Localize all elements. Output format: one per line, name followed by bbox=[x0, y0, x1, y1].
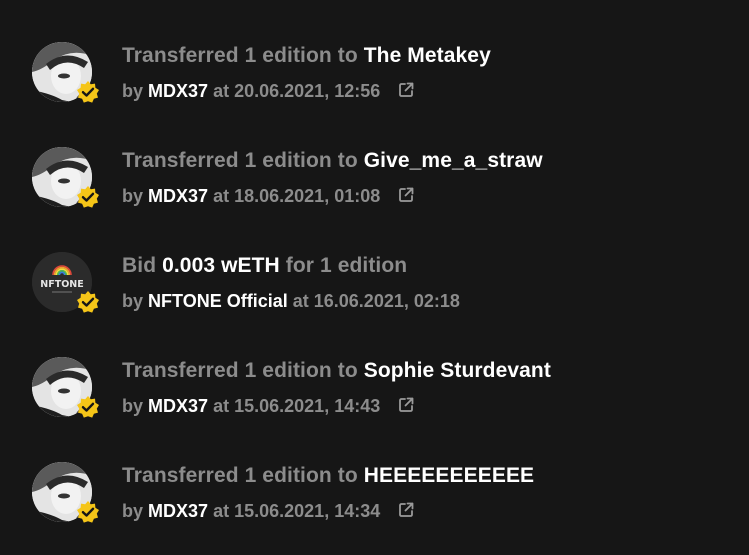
timestamp: 15.06.2021, 14:34 bbox=[234, 501, 381, 521]
actor-link[interactable]: MDX37 bbox=[148, 501, 208, 521]
activity-item: Transferred 1 edition to HEEEEEEEEEEE by… bbox=[32, 462, 732, 526]
timestamp: 15.06.2021, 14:43 bbox=[234, 396, 381, 416]
verified-badge-icon bbox=[76, 185, 100, 209]
external-link-icon[interactable] bbox=[397, 81, 415, 99]
activity-meta: by NFTONE Official at 16.06.2021, 02:18 bbox=[122, 291, 460, 312]
activity-title: Transferred 1 edition to Sophie Sturdeva… bbox=[122, 359, 551, 383]
verified-badge-icon bbox=[76, 500, 100, 524]
activity-meta: by MDX37 at 20.06.2021, 12:56 bbox=[122, 81, 415, 102]
activity-item: NFTONE Bid 0.003 wETH for 1 edition by N… bbox=[32, 252, 732, 316]
bid-suffix: for 1 edition bbox=[285, 254, 408, 277]
actor-link[interactable]: NFTONE Official bbox=[148, 291, 288, 311]
activity-title: Bid 0.003 wETH for 1 edition bbox=[122, 254, 407, 278]
by-label: by bbox=[122, 501, 144, 521]
recipient-link[interactable]: Give_me_a_straw bbox=[364, 149, 543, 172]
bid-amount: 0.003 wETH bbox=[162, 254, 280, 277]
by-label: by bbox=[122, 186, 144, 206]
external-link-icon[interactable] bbox=[397, 186, 415, 204]
activity-item: Transferred 1 edition to Sophie Sturdeva… bbox=[32, 357, 732, 421]
activity-item: Transferred 1 edition to The Metakey by … bbox=[32, 42, 732, 106]
activity-title: Transferred 1 edition to The Metakey bbox=[122, 44, 491, 68]
verified-badge-icon bbox=[76, 80, 100, 104]
recipient-link[interactable]: HEEEEEEEEEEE bbox=[364, 464, 534, 487]
activity-meta: by MDX37 at 15.06.2021, 14:34 bbox=[122, 501, 415, 522]
by-label: by bbox=[122, 291, 144, 311]
by-label: by bbox=[122, 81, 144, 101]
nftone-logo-text: NFTONE bbox=[40, 279, 83, 290]
at-label: at bbox=[292, 291, 309, 311]
recipient-link[interactable]: Sophie Sturdevant bbox=[364, 359, 551, 382]
activity-meta: by MDX37 at 15.06.2021, 14:43 bbox=[122, 396, 415, 417]
at-label: at bbox=[213, 501, 230, 521]
action-text: Transferred 1 edition to bbox=[122, 464, 358, 487]
actor-link[interactable]: MDX37 bbox=[148, 186, 208, 206]
at-label: at bbox=[213, 186, 230, 206]
activity-title: Transferred 1 edition to Give_me_a_straw bbox=[122, 149, 543, 173]
at-label: at bbox=[213, 396, 230, 416]
activity-title: Transferred 1 edition to HEEEEEEEEEEE bbox=[122, 464, 534, 488]
activity-feed: Transferred 1 edition to The Metakey by … bbox=[0, 0, 749, 555]
timestamp: 18.06.2021, 01:08 bbox=[234, 186, 381, 206]
external-link-icon[interactable] bbox=[397, 501, 415, 519]
timestamp: 16.06.2021, 02:18 bbox=[313, 291, 460, 311]
by-label: by bbox=[122, 396, 144, 416]
at-label: at bbox=[213, 81, 230, 101]
action-text: Transferred 1 edition to bbox=[122, 44, 358, 67]
activity-meta: by MDX37 at 18.06.2021, 01:08 bbox=[122, 186, 415, 207]
verified-badge-icon bbox=[76, 290, 100, 314]
action-text: Transferred 1 edition to bbox=[122, 359, 358, 382]
bid-label: Bid bbox=[122, 254, 157, 277]
actor-link[interactable]: MDX37 bbox=[148, 396, 208, 416]
recipient-link[interactable]: The Metakey bbox=[364, 44, 491, 67]
actor-link[interactable]: MDX37 bbox=[148, 81, 208, 101]
action-text: Transferred 1 edition to bbox=[122, 149, 358, 172]
verified-badge-icon bbox=[76, 395, 100, 419]
activity-item: Transferred 1 edition to Give_me_a_straw… bbox=[32, 147, 732, 211]
external-link-icon[interactable] bbox=[397, 396, 415, 414]
timestamp: 20.06.2021, 12:56 bbox=[234, 81, 381, 101]
